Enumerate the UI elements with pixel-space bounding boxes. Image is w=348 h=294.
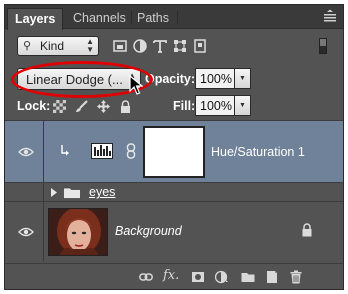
- layer-style-fx-icon[interactable]: fx.: [163, 268, 179, 283]
- lock-icon[interactable]: [119, 100, 132, 113]
- lock-transparent-pixels-icon[interactable]: [53, 100, 66, 113]
- opacity-dropdown-button[interactable]: ▼: [234, 68, 251, 89]
- layer-name: Hue/Saturation 1: [211, 145, 305, 159]
- visibility-column-separator: [43, 202, 44, 262]
- expand-triangle-icon[interactable]: [50, 188, 58, 197]
- smart-object-filter-icon[interactable]: [193, 39, 207, 53]
- filter-kind-label: Kind: [40, 39, 65, 53]
- add-mask-icon[interactable]: [191, 270, 205, 284]
- visibility-column-separator: [43, 183, 44, 202]
- folder-icon: [63, 187, 81, 199]
- fill-dropdown-button[interactable]: ▼: [234, 95, 251, 116]
- eye-visibility-icon[interactable]: [18, 227, 34, 237]
- layer-row-eyes-group[interactable]: eyes: [5, 182, 343, 202]
- fill-input[interactable]: 100%: [195, 95, 235, 116]
- lock-icon: [302, 223, 312, 237]
- adjustment-filter-icon[interactable]: [133, 39, 147, 53]
- tab-layers[interactable]: Layers: [7, 8, 64, 30]
- pixel-filter-icon[interactable]: [113, 39, 127, 53]
- panel-tab-bar: Layers Channels Paths: [5, 5, 343, 30]
- visibility-column-separator: [43, 121, 44, 183]
- clipping-arrow-icon: [61, 145, 69, 156]
- layer-row-background[interactable]: Background: [5, 201, 343, 262]
- shape-filter-icon[interactable]: [173, 39, 187, 53]
- tab-separator: [177, 11, 178, 24]
- trash-delete-icon[interactable]: [289, 270, 303, 284]
- layer-mask-thumbnail[interactable]: [143, 126, 205, 178]
- layer-row-hue-saturation[interactable]: Hue/Saturation 1: [5, 120, 343, 183]
- tab-paths[interactable]: Paths: [137, 11, 169, 25]
- search-icon: ⚲: [23, 40, 32, 52]
- mouse-pointer-icon: [129, 75, 143, 95]
- layer-name: eyes: [89, 185, 116, 199]
- new-group-folder-icon[interactable]: [241, 270, 255, 284]
- filter-toggle-switch[interactable]: [319, 38, 327, 54]
- eye-visibility-icon[interactable]: [18, 147, 34, 157]
- chevron-updown-icon: ▲▼: [86, 37, 94, 54]
- link-layers-icon[interactable]: [139, 270, 153, 284]
- panel-menu-icon[interactable]: [323, 9, 337, 23]
- filter-kind-select[interactable]: ⚲ Kind ▲ ▼: [17, 36, 99, 56]
- fill-label: Fill:: [173, 99, 196, 113]
- layer-thumbnail-portrait[interactable]: [48, 208, 108, 256]
- link-chain-icon[interactable]: [126, 143, 136, 159]
- lock-label: Lock:: [17, 99, 51, 113]
- move-icon[interactable]: [97, 100, 110, 113]
- new-layer-icon[interactable]: [265, 270, 279, 284]
- layers-bottom-toolbar: fx.: [5, 263, 343, 289]
- new-adjustment-layer-icon[interactable]: [215, 270, 229, 284]
- tab-separator: [131, 11, 132, 24]
- layers-panel: Layers Channels Paths ⚲ Kind ▲ ▼ Linear …: [4, 4, 344, 290]
- brush-icon[interactable]: [75, 100, 88, 113]
- layer-name: Background: [115, 224, 182, 238]
- opacity-input[interactable]: 100%: [195, 68, 235, 89]
- portrait-thumbnail-image: [49, 209, 107, 255]
- tab-channels[interactable]: Channels: [73, 11, 126, 25]
- adjustment-layer-icon: [91, 143, 113, 159]
- type-filter-icon[interactable]: [153, 39, 167, 53]
